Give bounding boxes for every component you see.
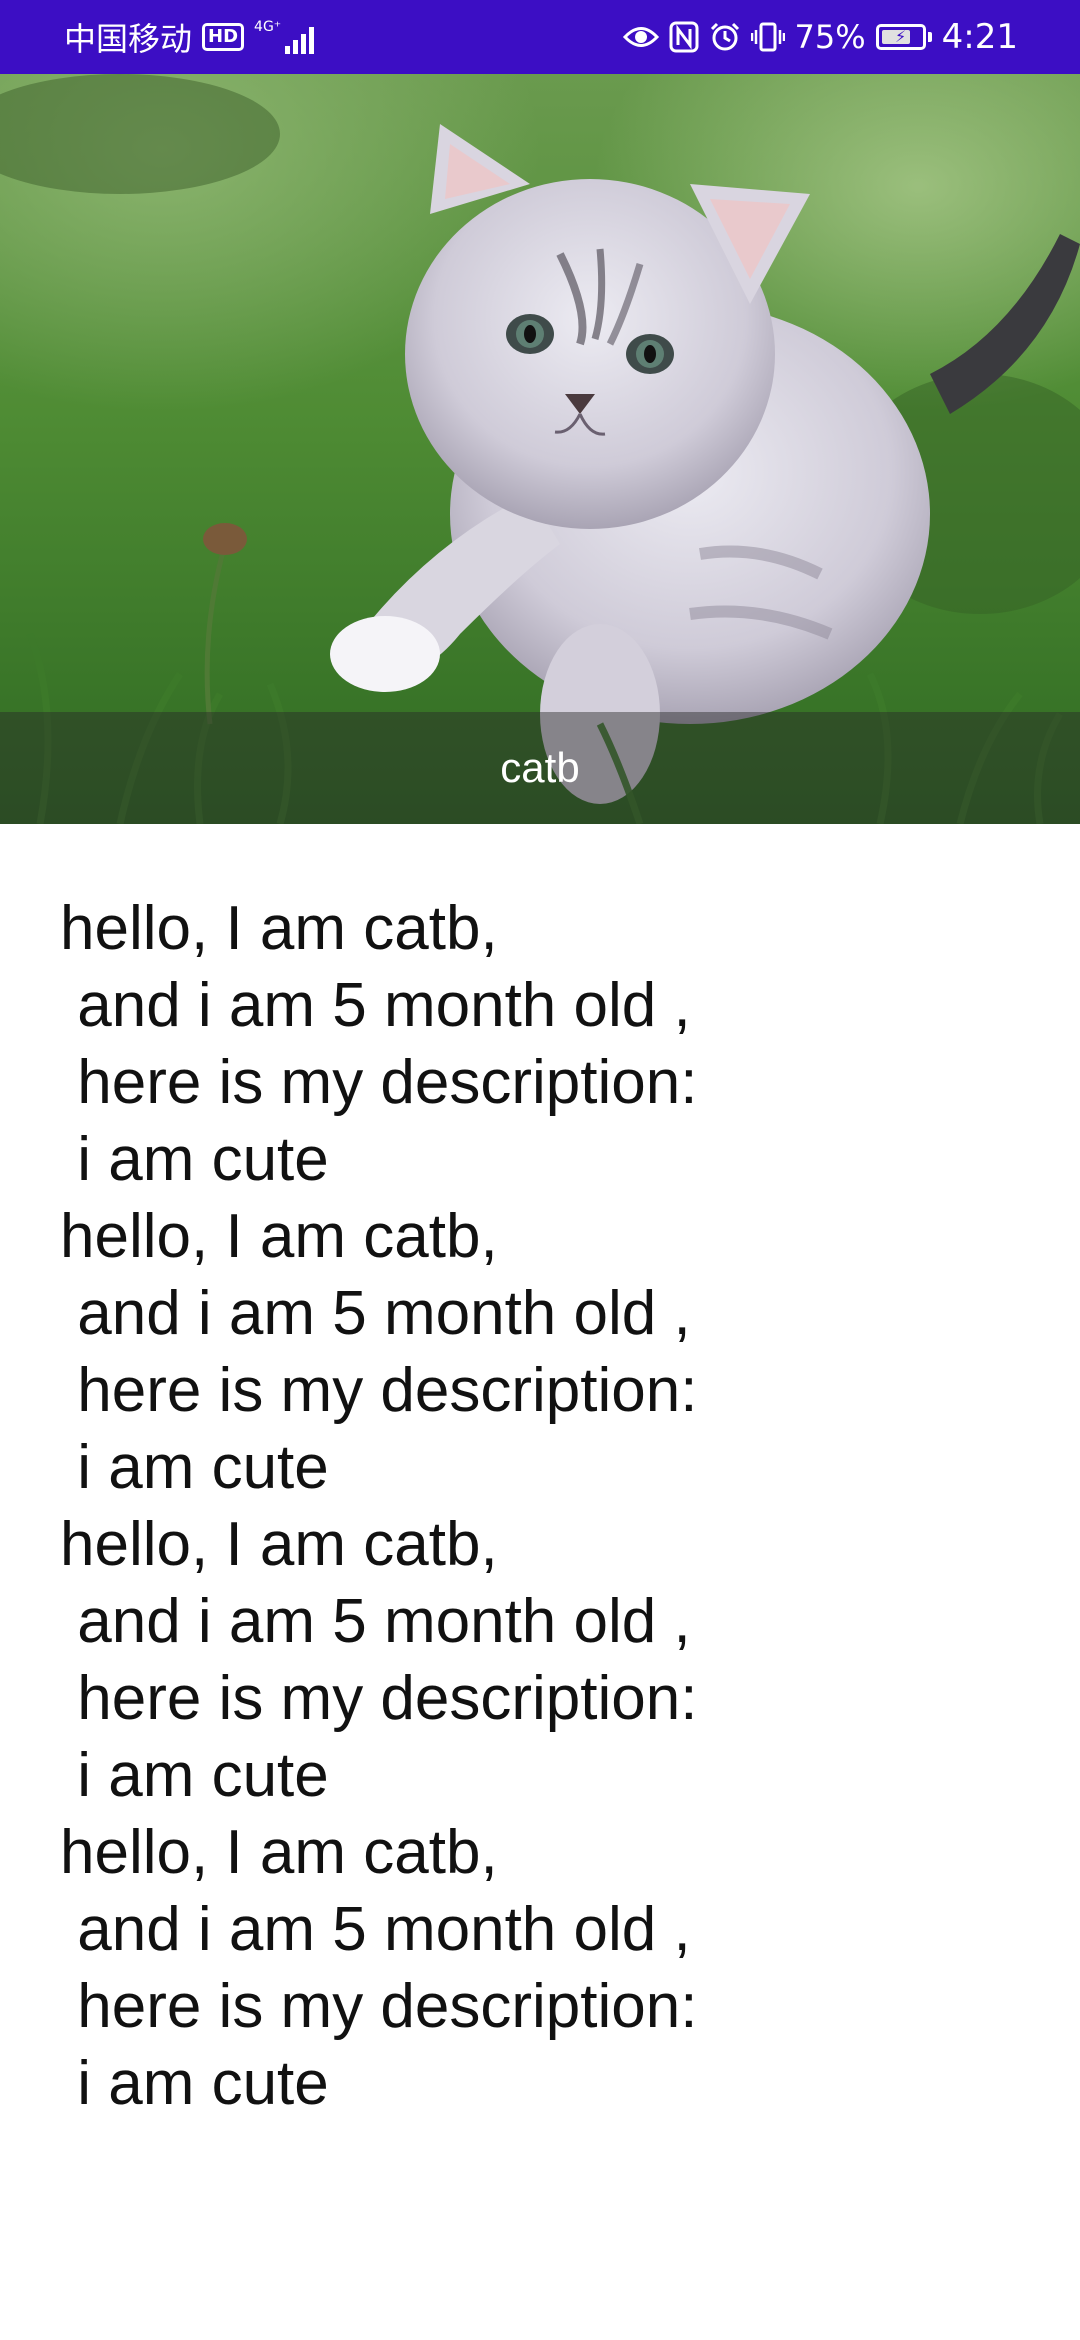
description-line: and i am 5 month old , (60, 1587, 691, 1656)
photo-caption: catb (500, 744, 580, 791)
battery-percent: 75% (794, 18, 866, 56)
description-paragraph: hello, I am catb, and i am 5 month old ,… (60, 1814, 1020, 2122)
description-paragraph: hello, I am catb, and i am 5 month old ,… (60, 1198, 1020, 1506)
description-line: here is my description: (60, 1356, 698, 1425)
description-line: and i am 5 month old , (60, 1279, 691, 1348)
description-line: hello, I am catb, (60, 1818, 498, 1887)
description-line: i am cute (60, 1741, 329, 1810)
signal-bars (285, 26, 315, 54)
description-line: here is my description: (60, 1664, 698, 1733)
description-line: hello, I am catb, (60, 894, 498, 963)
description-line: hello, I am catb, (60, 1202, 498, 1271)
alarm-clock-icon (709, 21, 741, 53)
status-bar-left: 中国移动 HD 4G⁺ (64, 14, 315, 60)
description-line: hello, I am catb, (60, 1510, 498, 1579)
description-line: i am cute (60, 2049, 329, 2118)
description-paragraph: hello, I am catb, and i am 5 month old ,… (60, 1506, 1020, 1814)
vibrate-icon (750, 21, 785, 53)
description-line: i am cute (60, 1125, 329, 1194)
clock-time: 4:21 (941, 17, 1018, 57)
description-paragraph: hello, I am catb, and i am 5 month old ,… (60, 890, 1020, 1198)
description-line: i am cute (60, 1433, 329, 1502)
status-bar: 中国移动 HD 4G⁺ 75% ⚡ 4:21 (0, 0, 1080, 74)
description-line: here is my description: (60, 1972, 698, 2041)
photo-caption-bar: catb (0, 712, 1080, 824)
cat-photo[interactable]: catb (0, 74, 1080, 824)
description-line: here is my description: (60, 1048, 698, 1117)
status-bar-right: 75% ⚡ 4:21 (622, 17, 1018, 57)
hd-voice-badge: HD (202, 23, 245, 51)
eye-comfort-icon (622, 24, 659, 50)
battery-charging-icon: ⚡ (875, 24, 932, 50)
description-line: and i am 5 month old , (60, 971, 691, 1040)
carrier-label: 中国移动 (64, 20, 193, 58)
cellular-signal-icon: 4G⁺ (254, 19, 315, 54)
cat-description: hello, I am catb, and i am 5 month old ,… (60, 890, 1020, 2122)
nfc-icon (669, 21, 699, 53)
network-type-label: 4G⁺ (254, 19, 282, 35)
description-line: and i am 5 month old , (60, 1895, 691, 1964)
